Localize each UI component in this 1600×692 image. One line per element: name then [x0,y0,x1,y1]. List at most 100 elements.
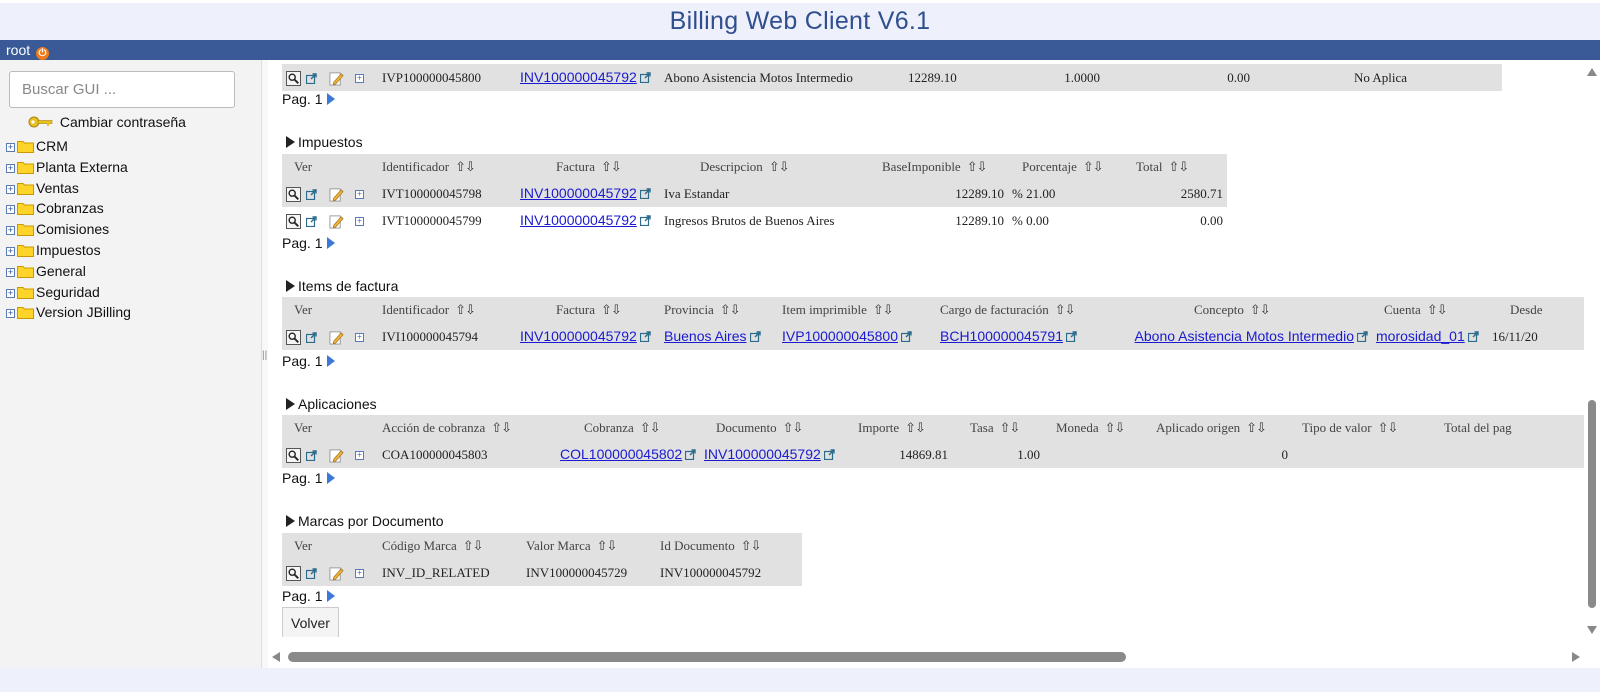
table-row[interactable]: + IVT100000045799 INV100000045792 Ingres… [282,207,1227,234]
edit-icon[interactable] [329,187,344,202]
open-external-icon[interactable] [306,216,317,227]
col-id-documento[interactable]: Id Documento ⇧⇩ [656,533,802,559]
view-icon[interactable] [286,70,301,86]
col-moneda[interactable]: Moneda ⇧⇩ [1044,415,1152,441]
next-page-icon[interactable] [327,355,336,367]
cuenta-link[interactable]: morosidad_01 [1376,328,1465,344]
tree-item-crm[interactable]: + CRM [6,136,131,157]
edit-icon[interactable] [329,214,344,229]
sort-arrows-icon[interactable]: ⇧⇩ [769,160,790,175]
col-porcentaje[interactable]: Porcentaje ⇧⇩ [1008,154,1132,180]
sort-arrows-icon[interactable]: ⇧⇩ [491,421,512,436]
col-factura[interactable]: Factura ⇧⇩ [516,297,660,323]
section-impuestos-toggle[interactable]: Impuestos [286,134,363,150]
col-descripcion[interactable]: Descripcion ⇧⇩ [660,154,882,180]
open-external-icon[interactable] [901,331,912,342]
expand-icon[interactable]: + [6,288,15,298]
sort-arrows-icon[interactable]: ⇧⇩ [905,421,926,436]
sort-arrows-icon[interactable]: ⇧⇩ [455,160,476,175]
sort-arrows-icon[interactable]: ⇧⇩ [597,539,618,554]
expand-icon[interactable]: + [6,163,15,173]
sort-arrows-icon[interactable]: ⇧⇩ [783,421,804,436]
open-external-icon[interactable] [1066,331,1077,342]
factura-link[interactable]: INV100000045792 [520,69,637,85]
section-items-toggle[interactable]: Items de factura [286,278,398,294]
edit-icon[interactable] [329,330,344,345]
open-external-icon[interactable] [306,568,317,579]
section-aplicaciones-toggle[interactable]: Aplicaciones [286,396,377,412]
sort-arrows-icon[interactable]: ⇧⇩ [741,539,762,554]
factura-link[interactable]: INV100000045792 [520,212,637,228]
tree-item-version-jbilling[interactable]: + Version JBilling [6,302,131,323]
sort-arrows-icon[interactable]: ⇧⇩ [455,303,476,318]
open-external-icon[interactable] [306,450,317,461]
open-external-icon[interactable] [306,189,317,200]
open-external-icon[interactable] [640,72,651,83]
edit-icon[interactable] [329,448,344,463]
sort-arrows-icon[interactable]: ⇧⇩ [873,303,894,318]
sort-arrows-icon[interactable]: ⇧⇩ [1246,421,1267,436]
volver-button[interactable]: Volver [282,607,339,637]
col-baseimponible[interactable]: BaseImponible ⇧⇩ [882,154,1008,180]
open-external-icon[interactable] [306,73,317,84]
open-external-icon[interactable] [824,449,835,460]
tree-item-seguridad[interactable]: + Seguridad [6,282,131,303]
col-cargo[interactable]: Cargo de facturación ⇧⇩ [936,297,1122,323]
open-external-icon[interactable] [306,332,317,343]
expand-icon[interactable]: + [6,205,15,215]
tree-item-cobranzas[interactable]: + Cobranzas [6,198,131,219]
expand-icon[interactable]: + [6,267,15,277]
sort-arrows-icon[interactable]: ⇧⇩ [1083,160,1104,175]
next-page-icon[interactable] [327,93,336,105]
table-row[interactable]: + IVP100000045800 INV100000045792 Abono … [282,64,1502,91]
expand-icon[interactable]: + [6,184,15,194]
edit-icon[interactable] [329,71,344,86]
collapse-arrow-icon[interactable] [286,398,295,410]
scroll-thumb[interactable] [288,652,1126,662]
sort-arrows-icon[interactable]: ⇧⇩ [1378,421,1399,436]
factura-link[interactable]: INV100000045792 [520,185,637,201]
sort-arrows-icon[interactable]: ⇧⇩ [720,303,741,318]
table-row[interactable]: + IVT100000045798 INV100000045792 Iva Es… [282,180,1227,207]
col-provincia[interactable]: Provincia ⇧⇩ [660,297,778,323]
concepto-link[interactable]: Abono Asistencia Motos Intermedio [1135,328,1354,344]
splitter-grip-icon[interactable]: || [262,350,267,361]
scroll-left-icon[interactable] [272,652,280,662]
scroll-up-icon[interactable] [1587,68,1597,76]
col-item-imprimible[interactable]: Item imprimible ⇧⇩ [778,297,936,323]
view-icon[interactable] [286,565,301,581]
col-accion[interactable]: Acción de cobranza ⇧⇩ [378,415,550,441]
view-icon[interactable] [286,213,301,229]
sort-arrows-icon[interactable]: ⇧⇩ [601,303,622,318]
col-concepto[interactable]: Concepto ⇧⇩ [1122,297,1372,323]
tree-item-comisiones[interactable]: + Comisiones [6,219,131,240]
col-cuenta[interactable]: Cuenta ⇧⇩ [1372,297,1488,323]
col-valor-marca[interactable]: Valor Marca ⇧⇩ [522,533,656,559]
next-page-icon[interactable] [327,590,336,602]
col-identificador[interactable]: Identificador ⇧⇩ [378,297,516,323]
col-tasa[interactable]: Tasa ⇧⇩ [952,415,1044,441]
table-row[interactable]: + INV_ID_RELATED INV100000045729 INV1000… [282,559,802,586]
open-external-icon[interactable] [1357,331,1368,342]
open-external-icon[interactable] [1468,331,1479,342]
col-total[interactable]: Total ⇧⇩ [1132,154,1227,180]
sort-arrows-icon[interactable]: ⇧⇩ [1105,421,1126,436]
col-documento[interactable]: Documento ⇧⇩ [700,415,842,441]
view-icon[interactable] [286,186,301,202]
open-external-icon[interactable] [640,215,651,226]
next-page-icon[interactable] [327,237,336,249]
cargo-link[interactable]: BCH100000045791 [940,328,1063,344]
collapse-arrow-icon[interactable] [286,280,295,292]
col-total-pago[interactable]: Total del pag [1432,415,1584,441]
sort-arrows-icon[interactable]: ⇧⇩ [1055,303,1076,318]
col-cobranza[interactable]: Cobranza ⇧⇩ [550,415,700,441]
expand-icon[interactable]: + [6,226,15,236]
col-desde[interactable]: Desde [1488,297,1584,323]
sort-arrows-icon[interactable]: ⇧⇩ [640,421,661,436]
sort-arrows-icon[interactable]: ⇧⇩ [1000,421,1021,436]
sort-arrows-icon[interactable]: ⇧⇩ [463,539,484,554]
col-factura[interactable]: Factura ⇧⇩ [516,154,660,180]
view-icon[interactable] [286,329,301,345]
collapse-arrow-icon[interactable] [286,515,295,527]
sort-arrows-icon[interactable]: ⇧⇩ [1250,303,1271,318]
